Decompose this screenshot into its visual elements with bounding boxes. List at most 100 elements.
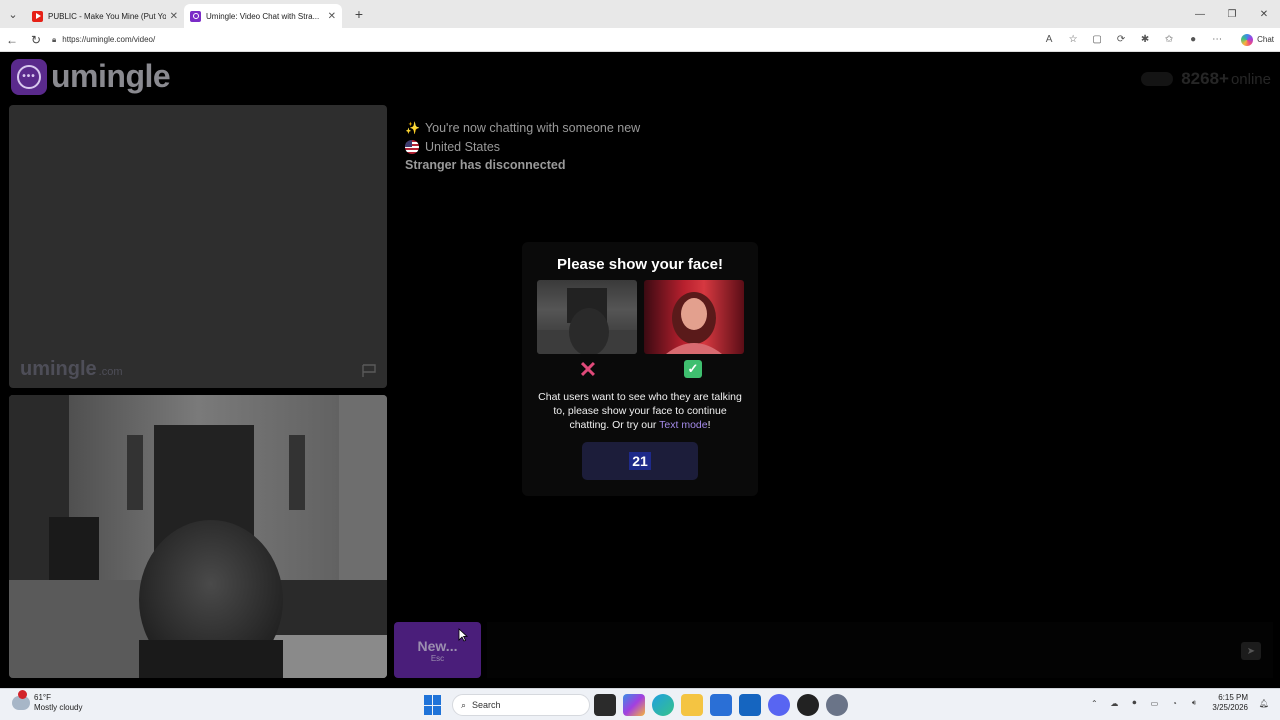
file-explorer-icon[interactable] [680,694,703,716]
toolbar-icons: A ☆ ▢ ⟳ ✱ ✩ ● ⋯ [1037,30,1229,50]
checkmark-icon: ✓ [684,360,702,378]
notification-bell-icon[interactable]: 🔔︎ [1254,699,1274,708]
back-button[interactable]: ← [0,28,24,52]
minimize-icon[interactable]: — [1184,0,1216,28]
windows-taskbar: 61°F Mostly cloudy ⌕ Search ⌃ ☁ ⏺ ▭ ◔ 🔉︎… [0,688,1280,720]
room-camera-feed [9,395,387,678]
umingle-page: ••• umingle 8268+ online umingle .com ✨ … [3,53,1277,687]
weather-widget[interactable]: 61°F Mostly cloudy [12,690,83,713]
clock[interactable]: 6:15 PM 3/25/2026 [1212,693,1248,713]
face-examples [522,280,758,354]
url-field[interactable]: 🔒︎ https://umingle.com/video/ [52,30,1037,50]
new-button-shortcut: Esc [430,654,445,663]
profile-avatar-icon[interactable]: ● [1181,30,1205,50]
search-icon: ⌕ [461,699,467,710]
logo-text: umingle [51,58,171,94]
chat-bubble-logo-icon: ••• [11,58,47,95]
window-controls: — ❐ ✕ [1184,0,1280,28]
stranger-video: umingle .com [9,105,387,388]
modal-body: Chat users want to see who they are talk… [538,391,742,431]
discord-icon[interactable] [767,694,790,716]
text-mode-link[interactable]: Text mode [659,419,707,431]
modal-title: Please show your face! [557,256,723,273]
good-example-image [643,280,744,354]
date: 3/25/2026 [1212,703,1248,712]
url-text: https://umingle.com/video/ [62,35,156,44]
close-window-icon[interactable]: ✕ [1248,0,1280,28]
browser-tab-youtube[interactable]: PUBLIC - Make You Mine (Put Your... ✕ [26,4,184,28]
tab-title: PUBLIC - Make You Mine (Put Your... [48,11,166,21]
copilot-icon [1241,33,1254,46]
chat-country-message: United States [405,138,640,157]
favorites-icon[interactable]: ✩ [1157,30,1181,50]
online-counter: 8268+ online [1141,69,1271,89]
wifi-icon[interactable]: ◔ [1164,699,1184,708]
chat-disconnect-message: Stranger has disconnected [405,156,640,175]
edge-browser-icon[interactable] [651,694,674,716]
bad-example-image [536,280,637,354]
mouse-cursor-icon [458,628,468,642]
message-text: Stranger has disconnected [405,158,566,172]
copilot-label: Chat [1257,35,1274,44]
countdown-button[interactable]: 21 [582,442,698,480]
search-placeholder: Search [472,700,501,710]
send-icon[interactable]: ➤ [1241,642,1261,660]
microphone-icon[interactable]: ⏺ [1124,698,1144,708]
browser-tab-umingle[interactable]: Umingle: Video Chat with Stra... ✕ [184,4,342,28]
sync-icon[interactable]: ⟳ [1109,30,1133,50]
video-watermark: umingle .com [20,358,123,380]
address-bar-row: ← ↻ 🔒︎ https://umingle.com/video/ A ☆ ▢ … [0,28,1280,52]
temperature: 61°F [34,693,51,702]
chat-system-message: ✨ You're now chatting with someone new [405,119,640,138]
favorite-star-icon[interactable]: ☆ [1061,30,1085,50]
site-logo[interactable]: ••• umingle [11,58,171,95]
online-label: online [1230,70,1271,88]
split-screen-icon[interactable]: ▢ [1085,30,1109,50]
read-aloud-icon[interactable]: A [1037,30,1061,50]
outlook-icon[interactable] [738,694,761,716]
windows-start-icon[interactable] [424,695,444,715]
copilot-chat-button[interactable]: Chat [1235,33,1280,46]
volume-icon[interactable]: 🔉︎ [1184,698,1204,708]
extensions-icon[interactable]: ✱ [1133,30,1157,50]
countdown-number: 21 [629,452,651,470]
restore-icon[interactable]: ❐ [1216,0,1248,28]
close-tab-icon[interactable]: ✕ [170,11,178,22]
cloud-icon [12,690,30,710]
youtube-favicon-icon [32,10,43,22]
close-tab-icon[interactable]: ✕ [328,11,336,22]
message-text: United States [425,139,501,154]
report-flag-icon[interactable] [361,364,377,378]
example-marks: ✕ ✓ [522,357,758,382]
taskbar-search[interactable]: ⌕ Search [452,694,590,716]
taskbar-apps: ⌕ Search [424,693,851,717]
message-input[interactable]: ➤ [487,622,1273,678]
site-info-icon[interactable]: 🔒︎ [52,35,56,45]
cross-icon: ✕ [578,357,598,382]
display-icon[interactable]: ▭ [1144,699,1164,708]
settings-gear-icon[interactable] [825,694,848,716]
new-tab-button[interactable]: + [348,3,370,25]
app-icon[interactable] [796,694,819,716]
time: 6:15 PM [1218,693,1248,702]
browser-tab-bar: ⌄ PUBLIC - Make You Mine (Put Your... ✕ … [0,0,1280,28]
copilot-app-icon[interactable] [622,694,645,716]
onedrive-icon[interactable]: ☁ [1104,699,1124,708]
refresh-button[interactable]: ↻ [24,28,48,52]
more-menu-icon[interactable]: ⋯ [1205,30,1229,50]
us-flag-icon [405,139,419,154]
chevron-up-icon[interactable]: ⌃ [1084,699,1104,708]
tab-list-button[interactable]: ⌄ [0,0,26,28]
online-status-pill [1141,72,1174,86]
show-face-modal: Please show your face! ✕ ✓ Chat users wa… [522,242,758,496]
tab-title: Umingle: Video Chat with Stra... [206,11,320,21]
system-tray: ⌃ ☁ ⏺ ▭ ◔ 🔉︎ 6:15 PM 3/25/2026 🔔︎ [1084,693,1274,713]
message-text: You're now chatting with someone new [424,121,641,135]
online-count: 8268+ [1181,69,1229,88]
umingle-favicon-icon [190,10,201,22]
microsoft-store-icon[interactable] [709,694,732,716]
weather-condition: Mostly cloudy [34,703,83,712]
task-view-icon[interactable] [593,694,616,716]
chat-log: ✨ You're now chatting with someone new U… [405,119,640,175]
sparkles-icon: ✨ [405,121,420,135]
